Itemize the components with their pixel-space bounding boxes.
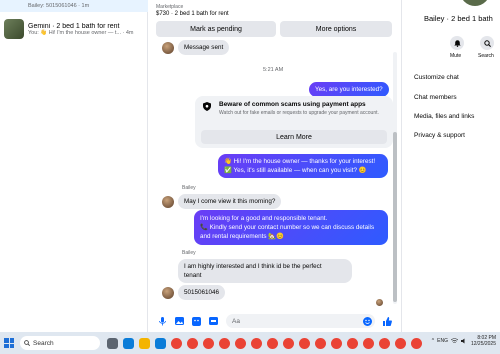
conversation-title: Bailey · 2 bed 1 bath [424, 14, 493, 23]
outgoing-message: I'm looking for a good and responsible t… [194, 210, 388, 245]
message-line: ✅ Yes, it's still available — when can y… [224, 167, 367, 174]
scrollbar[interactable] [393, 52, 397, 304]
search-icon [24, 340, 30, 346]
chrome-icon[interactable] [186, 337, 198, 349]
chrome-icon[interactable] [298, 337, 310, 349]
message-input[interactable]: Aa [226, 314, 375, 328]
browser-icon[interactable] [154, 337, 166, 349]
gif-icon[interactable] [209, 317, 218, 326]
chrome-icon[interactable] [282, 337, 294, 349]
conversation-item-gemini[interactable]: Gemini · 2 bed 1 bath for rent You: 👋 Hi… [0, 14, 148, 44]
message-line: 📞 Kindly send your contact number so we … [200, 224, 375, 231]
shield-icon [203, 102, 211, 111]
message-thread: Message sent 5:21 AM Yes, are you intere… [148, 40, 402, 308]
incoming-message: 5015061046 [178, 285, 226, 300]
avatar [162, 42, 174, 54]
message-line: I am highly interested and I think id be… [184, 263, 322, 270]
message-input-placeholder: Aa [232, 317, 240, 325]
outgoing-message: 👋 Hi! I'm the house owner — thanks for y… [218, 154, 388, 178]
volume-icon[interactable] [460, 338, 468, 344]
privacy-support-item[interactable]: Privacy & support [414, 132, 465, 139]
composer: Aa [148, 310, 402, 332]
chrome-icon[interactable] [266, 337, 278, 349]
message-line: I'm looking for a good and responsible t… [200, 215, 328, 222]
mark-as-pending-button[interactable]: Mark as pending [156, 21, 276, 37]
conversation-preview: You: 👋 Hi! I'm the house owner — t... · … [28, 29, 134, 36]
listing-title[interactable]: $730 · 2 bed 1 bath for rent [156, 11, 394, 17]
message-line: 👋 Hi! I'm the house owner — thanks for y… [224, 158, 376, 165]
conversation-details-panel: Bailey · 2 bed 1 bath Mute Search Custom… [402, 0, 500, 332]
chrome-icon[interactable] [362, 337, 374, 349]
chrome-icon[interactable] [202, 337, 214, 349]
windows-start-icon[interactable] [4, 338, 14, 348]
message-sent-bubble: Message sent [178, 40, 230, 55]
task-view-icon[interactable] [106, 337, 118, 349]
scrollbar-thumb[interactable] [393, 132, 397, 302]
search-button[interactable] [480, 36, 494, 50]
microphone-icon[interactable] [158, 316, 167, 326]
chrome-icon[interactable] [394, 337, 406, 349]
outgoing-message: Yes, are you interested? [309, 82, 389, 97]
chat-header: Marketplace $730 · 2 bed 1 bath for rent… [148, 0, 402, 40]
chat-members-item[interactable]: Chat members [414, 94, 457, 101]
more-options-button[interactable]: More options [280, 21, 392, 37]
chat-list-panel: Bailey: 5015061046 · 1m Gemini · 2 bed 1… [0, 0, 148, 332]
clock[interactable]: 8:02 PM 12/25/2025 [471, 335, 496, 347]
sticker-icon[interactable] [192, 316, 201, 326]
taskbar: Search ^ ENG 8:02 PM 12/25/2025 [0, 332, 500, 354]
search-label: Search [478, 53, 494, 59]
keyboard-language[interactable]: ENG [437, 338, 448, 344]
customize-chat-item[interactable]: Customize chat [414, 74, 459, 81]
conversation-avatar [460, 0, 490, 6]
chrome-icon[interactable] [378, 337, 390, 349]
mute-label: Mute [450, 53, 462, 59]
media-files-links-item[interactable]: Media, files and links [414, 113, 474, 120]
timestamp: 5:21 AM [263, 67, 284, 73]
message-line: and rental requirements 🏡😊 [200, 233, 284, 240]
scam-warning-description: Watch out for fake emails or requests to… [219, 110, 379, 116]
chrome-icon[interactable] [330, 337, 342, 349]
conversation-text: Gemini · 2 bed 1 bath for rent You: 👋 Hi… [28, 23, 134, 36]
image-icon[interactable] [175, 317, 184, 326]
sender-name: Bailey [182, 185, 196, 191]
incoming-message: I am highly interested and I think id be… [178, 259, 352, 283]
learn-more-button[interactable]: Learn More [201, 130, 387, 144]
conversation-text: Bailey: 5015061046 · 1m [4, 3, 89, 9]
incoming-message: May I come view it this morning? [178, 194, 282, 209]
taskbar-search[interactable]: Search [20, 336, 100, 350]
system-tray: ^ ENG 8:02 PM 12/25/2025 [432, 335, 496, 347]
conversation-name: Gemini · 2 bed 1 bath for rent [28, 22, 120, 30]
scam-warning-title: Beware of common scams using payment app… [219, 101, 366, 108]
mute-button[interactable] [450, 36, 464, 50]
read-receipt-avatar [376, 299, 383, 306]
thumbs-up-icon[interactable] [383, 316, 392, 326]
chrome-icon[interactable] [314, 337, 326, 349]
chrome-icon[interactable] [170, 337, 182, 349]
clock-date: 12/25/2025 [470, 341, 496, 347]
conversation-preview: Bailey: 5015061046 · 1m [28, 3, 90, 9]
chrome-icon[interactable] [218, 337, 230, 349]
avatar [162, 196, 174, 208]
bell-icon [453, 39, 461, 47]
conversation-item-bailey[interactable]: Bailey: 5015061046 · 1m [0, 0, 148, 12]
avatar [162, 287, 174, 299]
taskbar-search-label: Search [33, 339, 54, 347]
chrome-icon[interactable] [250, 337, 262, 349]
conversation-thumbnail [4, 19, 24, 39]
message-line: tenant [184, 272, 202, 279]
scam-warning-card: Beware of common scams using payment app… [195, 96, 393, 148]
search-icon [483, 39, 491, 47]
chrome-icon[interactable] [410, 337, 422, 349]
chrome-icon[interactable] [346, 337, 358, 349]
chat-panel: Marketplace $730 · 2 bed 1 bath for rent… [148, 0, 402, 332]
listing-source: Marketplace [156, 4, 184, 10]
file-explorer-icon[interactable] [138, 337, 150, 349]
sender-name: Bailey [182, 250, 196, 256]
wifi-icon[interactable] [450, 338, 458, 344]
edge-icon[interactable] [122, 337, 134, 349]
emoji-icon[interactable] [363, 316, 372, 326]
chevron-up-icon[interactable]: ^ [432, 338, 434, 344]
chrome-icon[interactable] [234, 337, 246, 349]
